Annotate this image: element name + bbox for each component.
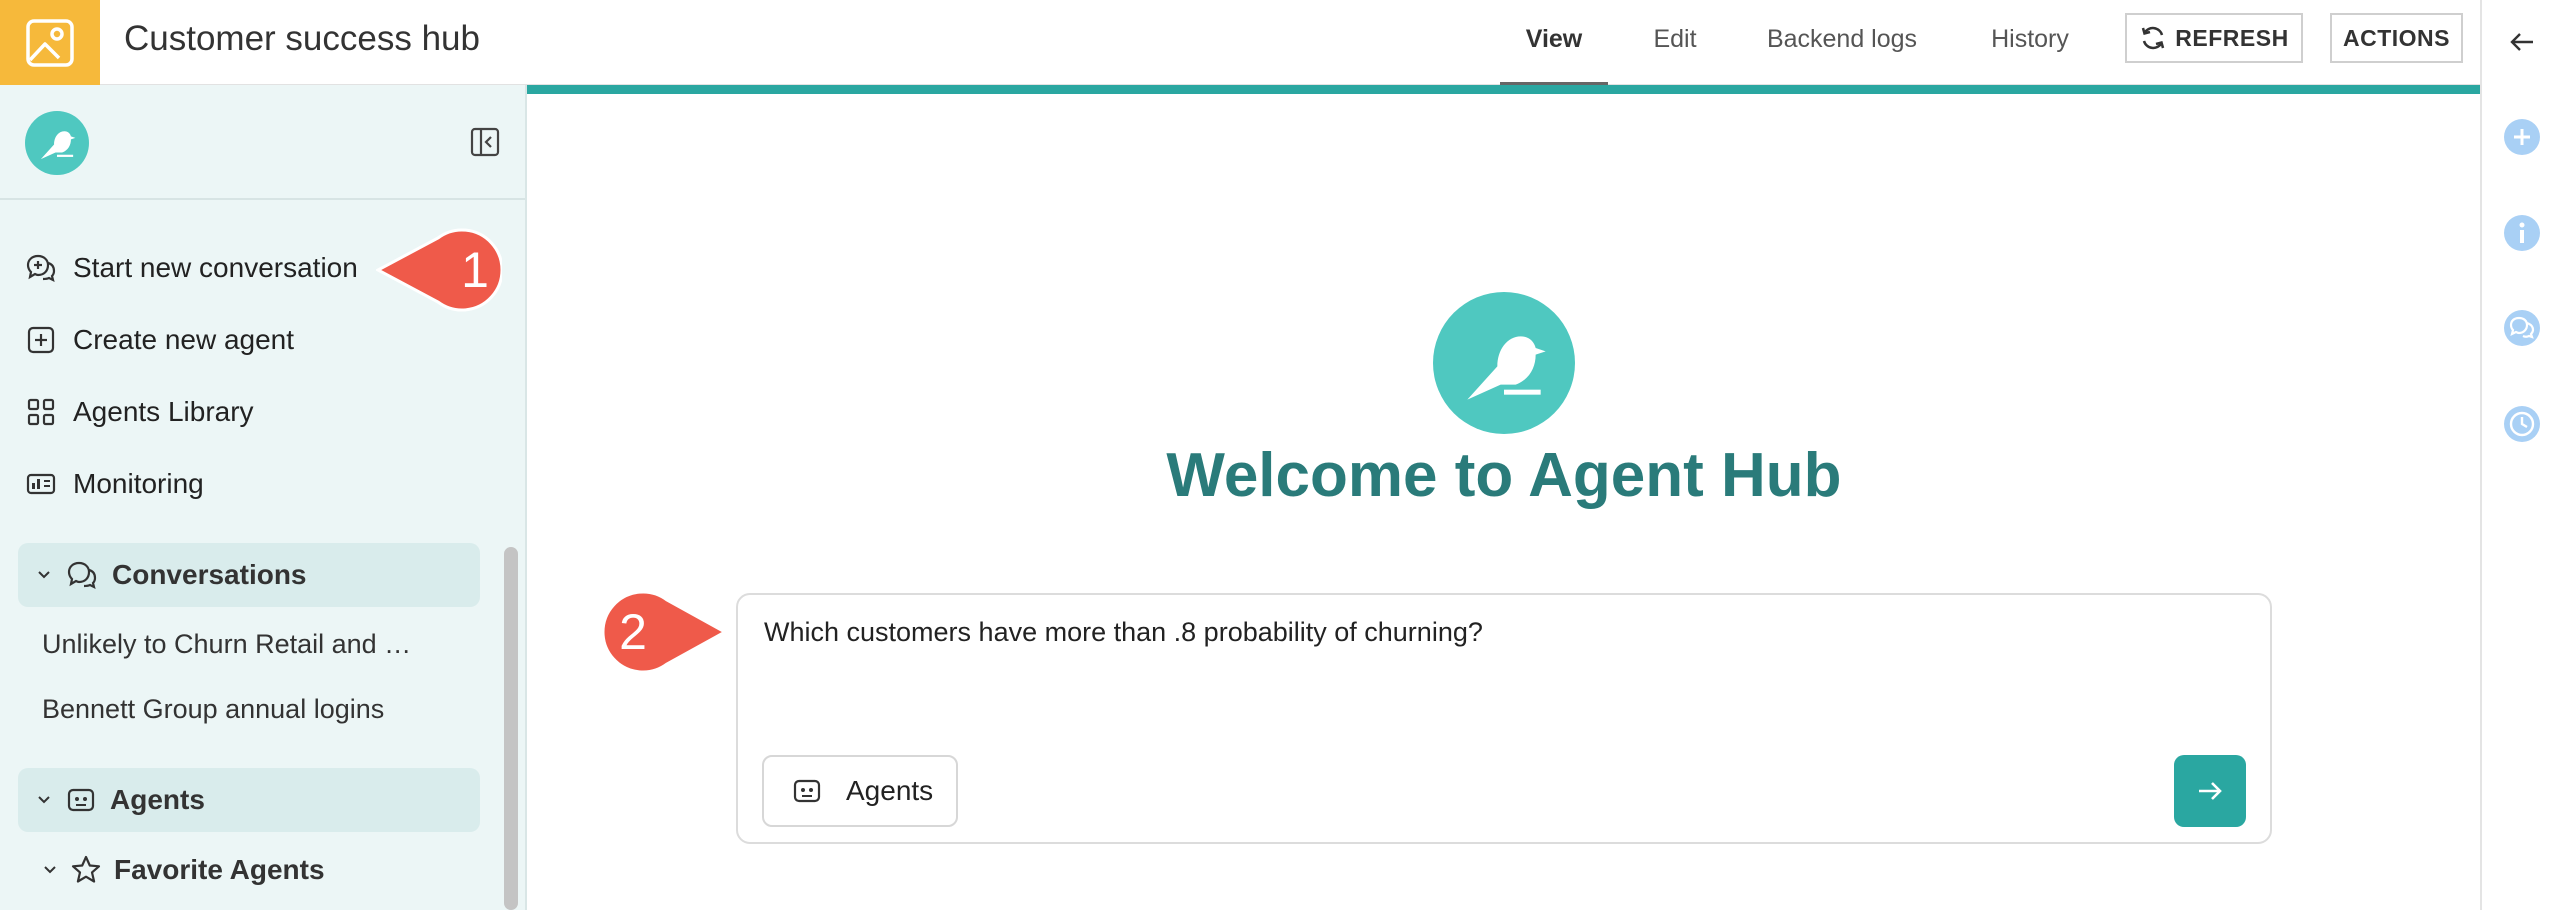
tab-edit[interactable]: Edit [1645, 0, 1705, 85]
chat-icon [2504, 310, 2540, 346]
tab-backend-logs[interactable]: Backend logs [1762, 0, 1922, 85]
collapse-sidebar-button[interactable] [470, 127, 500, 157]
callout-number: 2 [619, 604, 647, 660]
accent-bar [527, 85, 2480, 94]
info-icon [2504, 215, 2540, 251]
welcome-title: Welcome to Agent Hub [1166, 441, 1842, 510]
agents-selector-button[interactable]: Agents [762, 755, 958, 827]
sidebar-scrollbar[interactable] [504, 547, 518, 910]
image-icon [26, 18, 74, 67]
callout-2: 2 [597, 588, 727, 676]
plus-circle-icon [2504, 119, 2540, 155]
agents-library[interactable]: Agents Library [25, 390, 254, 434]
create-new-agent[interactable]: Create new agent [25, 318, 294, 362]
chevron-down-icon [44, 866, 56, 874]
send-button[interactable] [2174, 755, 2246, 827]
agents-label: Agents [110, 784, 205, 815]
chat-plus-icon [26, 254, 56, 283]
chat-icon [67, 561, 97, 590]
agent-icon [793, 779, 821, 803]
rail-add-button[interactable] [2502, 117, 2542, 157]
chevron-down-icon [38, 571, 50, 579]
create-new-agent-label: Create new agent [73, 324, 295, 355]
star-icon [71, 855, 101, 883]
callout-1: 1 [376, 226, 502, 314]
favorite-agents-toggle[interactable]: Favorite Agents [42, 854, 325, 886]
monitoring[interactable]: Monitoring [25, 462, 204, 506]
app-title: Customer success hub [124, 19, 480, 58]
refresh-label: REFRESH [2175, 24, 2289, 51]
refresh-button[interactable]: REFRESH [2125, 13, 2303, 63]
start-new-conversation-label: Start new conversation [73, 252, 358, 283]
sidebar: Start new conversation Create new agent … [0, 85, 527, 910]
clock-icon [2504, 406, 2540, 442]
square-plus-icon [27, 326, 55, 354]
callout-number: 1 [461, 242, 489, 298]
agents-button-label: Agents [846, 775, 934, 806]
arrow-right-icon [2199, 782, 2222, 800]
actions-button[interactable]: ACTIONS [2330, 13, 2463, 63]
agent-icon [67, 788, 95, 812]
tab-view[interactable]: View [1500, 0, 1608, 86]
sidebar-logo[interactable] [25, 111, 89, 175]
callout-shape [601, 590, 727, 674]
bird-icon [1467, 336, 1546, 400]
tab-history[interactable]: History [1980, 0, 2080, 85]
sidebar-divider [0, 198, 525, 200]
agents-library-label: Agents Library [73, 396, 254, 427]
rail-history-button[interactable] [2502, 404, 2542, 444]
right-rail [2480, 0, 2560, 910]
chevron-down-icon [38, 796, 50, 804]
collapse-panel-icon [470, 127, 500, 157]
start-new-conversation[interactable]: Start new conversation [25, 246, 358, 290]
app-icon[interactable] [0, 0, 100, 85]
arrow-left-icon [2510, 33, 2533, 51]
rail-info-button[interactable] [2502, 213, 2542, 253]
rail-chat-button[interactable] [2502, 308, 2542, 348]
conversation-item[interactable]: Unlikely to Churn Retail and … [42, 629, 411, 660]
refresh-icon [2142, 26, 2165, 50]
conversation-item[interactable]: Bennett Group annual logins [42, 694, 384, 725]
monitoring-icon [26, 473, 56, 495]
conversations-section-toggle[interactable]: Conversations [18, 543, 480, 607]
top-bar: Customer success hub View Edit Backend l… [0, 0, 2480, 86]
hero-logo [1433, 292, 1575, 434]
prompt-input[interactable]: Which customers have more than .8 probab… [764, 617, 1483, 648]
agents-section-toggle[interactable]: Agents [18, 768, 480, 832]
conversations-label: Conversations [112, 559, 307, 590]
prompt-box[interactable]: Which customers have more than .8 probab… [736, 593, 2272, 844]
bird-icon [40, 131, 76, 160]
grid-icon [27, 398, 55, 426]
monitoring-label: Monitoring [73, 468, 204, 499]
favorite-agents-label: Favorite Agents [114, 854, 325, 885]
back-button[interactable] [2502, 22, 2542, 62]
